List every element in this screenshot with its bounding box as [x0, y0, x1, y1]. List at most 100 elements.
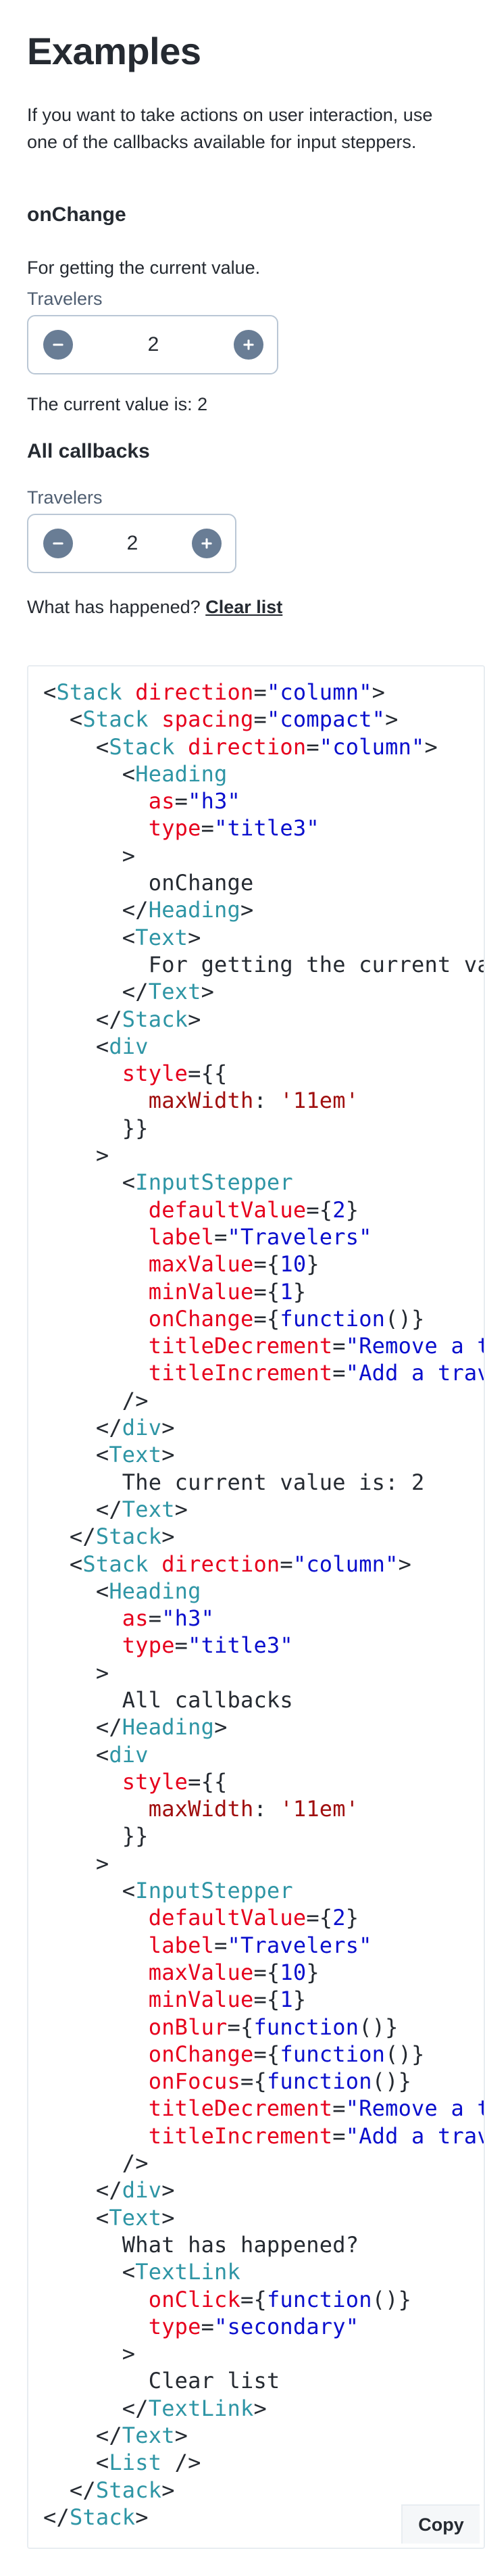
- code-token: ={: [253, 1305, 280, 1332]
- code-token: TextLink: [148, 2395, 254, 2421]
- code-token: "column": [319, 733, 425, 760]
- code-token: function: [280, 2041, 386, 2067]
- code-line: titleDecrement="Remove a traveler": [43, 2095, 484, 2122]
- code-token: 2: [332, 1905, 346, 1931]
- code-token: >: [214, 1714, 228, 1741]
- code-line: />: [43, 2150, 149, 2176]
- code-line: }}: [43, 1115, 149, 1141]
- code-line: All callbacks: [43, 1687, 293, 1713]
- code-line: <Heading: [43, 1578, 201, 1604]
- code-token: "Add a traveler": [345, 1360, 484, 1386]
- code-token: maxValue: [148, 1251, 254, 1278]
- code-token: onChange: [148, 1305, 254, 1332]
- code-token: <: [43, 2204, 109, 2231]
- code-token: Heading: [122, 1714, 215, 1741]
- code-token: ()}: [385, 1305, 425, 1332]
- code-token: div: [122, 1415, 162, 1441]
- code-token: onChange: [43, 870, 254, 896]
- code-token: >: [43, 842, 136, 869]
- code-token: ={: [253, 1251, 280, 1278]
- code-line: >: [43, 2341, 135, 2366]
- code-token: />: [43, 1387, 149, 1413]
- code-token: </: [43, 897, 149, 923]
- minus-circle-icon[interactable]: [43, 330, 73, 360]
- code-token: ={{: [188, 1061, 228, 1087]
- code-token: Stack: [69, 2504, 136, 2530]
- code-token: Stack: [109, 733, 175, 760]
- code-token: div: [109, 1033, 149, 1059]
- code-token: 10: [280, 1959, 307, 1985]
- code-token: defaultValue: [148, 1196, 307, 1223]
- code-token: "title3": [188, 1632, 293, 1659]
- code-token: <: [43, 2450, 109, 2476]
- code-line: <Text>: [43, 1442, 175, 1467]
- code-line: Clear list: [43, 2368, 280, 2393]
- code-token: 10: [280, 1251, 307, 1278]
- stepper-label: Travelers: [27, 487, 103, 508]
- code-line: <Heading: [43, 761, 228, 787]
- code-token: <: [43, 1169, 136, 1196]
- code-token: Heading: [109, 1578, 201, 1604]
- code-token: ={: [240, 2068, 267, 2095]
- code-token: :: [253, 1088, 280, 1114]
- code-token: }: [306, 1251, 320, 1278]
- code-token: </: [43, 1006, 122, 1032]
- code-token: spacing: [161, 706, 254, 733]
- code-token: </: [43, 2395, 149, 2421]
- code-line: <List />: [43, 2450, 201, 2475]
- code-token: <: [43, 1578, 109, 1604]
- code-token: style: [122, 1768, 188, 1795]
- code-line: </Stack>: [43, 1006, 201, 1032]
- code-token: }: [345, 1196, 359, 1223]
- minus-circle-icon[interactable]: [43, 529, 73, 558]
- code-token: type: [148, 2313, 201, 2339]
- onchange-description: For getting the current value.: [27, 258, 261, 278]
- code-token: div: [122, 2177, 162, 2204]
- code-line: What has happened?: [43, 2232, 359, 2258]
- copy-button[interactable]: Copy: [401, 2504, 480, 2544]
- code-token: >: [161, 2204, 175, 2231]
- code-token: >: [201, 979, 215, 1005]
- page: Examples If you want to take actions on …: [0, 27, 485, 2576]
- code-sample: <Stack direction="column"> <Stack spacin…: [27, 665, 485, 2549]
- code-line: titleIncrement="Add a traveler": [43, 1360, 484, 1386]
- code-line: <Stack spacing="compact">: [43, 706, 399, 732]
- code-token: ={: [240, 2286, 267, 2312]
- stepper-label: Travelers: [27, 289, 103, 309]
- stepper-value[interactable]: 2: [73, 333, 234, 356]
- code-token: }: [292, 1987, 307, 2013]
- code-line: }}: [43, 1823, 149, 1849]
- code-token: titleDecrement: [148, 2095, 333, 2122]
- code-line: onChange={function()}: [43, 2041, 425, 2067]
- clear-list-link[interactable]: Clear list: [205, 597, 282, 617]
- code-line: </Text>: [43, 2423, 188, 2448]
- code-token: as: [148, 788, 175, 815]
- code-token: minValue: [148, 1278, 254, 1305]
- code-token: Clear list: [43, 2368, 280, 2394]
- plus-circle-icon[interactable]: [234, 330, 263, 360]
- what-happened-text: What has happened?: [27, 597, 201, 617]
- code-token: What has happened?: [43, 2231, 359, 2258]
- code-line: >: [43, 843, 135, 869]
- code-block: <Stack direction="column"> <Stack spacin…: [28, 666, 484, 2531]
- code-token: =: [174, 1632, 188, 1659]
- code-token: :: [253, 1796, 280, 1822]
- code-token: >: [424, 733, 438, 760]
- stepper-value[interactable]: 2: [73, 532, 192, 555]
- code-token: "Add a traveler": [345, 2122, 484, 2149]
- code-token: =: [214, 1223, 228, 1250]
- code-token: ()}: [385, 2041, 425, 2067]
- code-line: type="title3": [43, 815, 320, 841]
- code-token: =: [332, 2122, 346, 2149]
- plus-circle-icon[interactable]: [192, 529, 222, 558]
- code-token: >: [161, 2477, 175, 2503]
